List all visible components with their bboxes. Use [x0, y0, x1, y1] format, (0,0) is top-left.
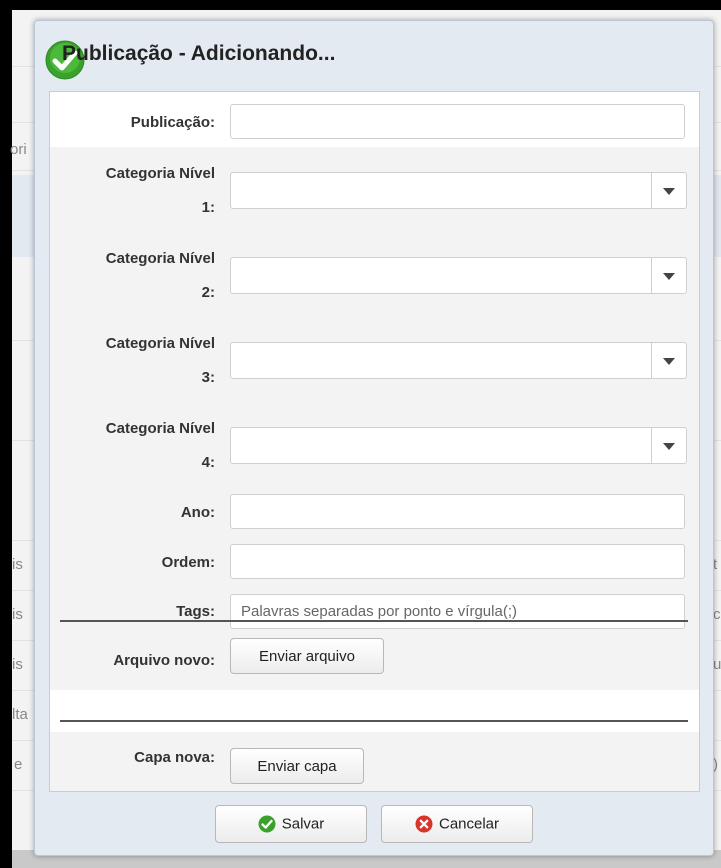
enviar-capa-button[interactable]: Enviar capa — [230, 748, 364, 784]
categoria-3-label: Categoria Nível 3: — [106, 327, 215, 395]
ano-input[interactable] — [230, 494, 685, 529]
row-categoria-2: Categoria Nível 2: — [50, 232, 699, 317]
categoria-2-select[interactable] — [230, 257, 687, 294]
bg-text-fragment: u — [713, 656, 721, 673]
bg-text-fragment: lta — [12, 706, 28, 723]
categoria-3-select[interactable] — [230, 342, 687, 379]
save-button[interactable]: Salvar — [215, 805, 367, 843]
categoria-3-label-line1: Categoria Nível — [105, 335, 215, 352]
tags-label: Tags: — [176, 603, 215, 620]
tags-input[interactable] — [230, 594, 685, 629]
chevron-down-icon[interactable] — [651, 258, 686, 293]
publicacao-label: Publicação: — [130, 114, 215, 131]
row-categoria-3: Categoria Nível 3: — [50, 317, 699, 402]
chevron-down-icon[interactable] — [651, 343, 686, 378]
row-capa: Capa nova: Enviar capa — [50, 732, 699, 791]
capa-label: Capa nova: — [134, 749, 215, 766]
categoria-2-label: Categoria Nível 2: — [106, 242, 215, 310]
categoria-1-label: Categoria Nível 1: — [106, 157, 215, 225]
row-arquivo: Arquivo novo: Enviar arquivo — [50, 635, 699, 690]
row-categoria-4: Categoria Nível 4: — [50, 402, 699, 487]
bg-text-fragment: is — [12, 606, 23, 623]
bg-text-fragment: is — [12, 556, 23, 573]
divider — [60, 620, 688, 622]
categoria-2-label-line2: 2: — [201, 284, 215, 301]
ano-label: Ano: — [180, 504, 215, 521]
bg-text-fragment: is — [12, 656, 23, 673]
dialog-form: Publicação: Categoria Nível 1: Categoria… — [49, 91, 700, 792]
row-ano: Ano: — [50, 487, 699, 537]
ordem-label: Ordem: — [161, 554, 215, 571]
row-categoria-1: Categoria Nível 1: — [50, 147, 699, 232]
row-tags: Tags: — [50, 587, 699, 635]
categoria-1-select[interactable] — [230, 172, 687, 209]
arquivo-label: Arquivo novo: — [113, 652, 215, 669]
categoria-3-label-line2: 3: — [201, 369, 215, 386]
row-ordem: Ordem: — [50, 537, 699, 587]
divider — [60, 720, 688, 722]
bg-text-fragment: e — [14, 756, 23, 773]
ordem-input[interactable] — [230, 544, 685, 579]
categoria-1-label-line1: Categoria Nível — [105, 165, 215, 182]
chevron-down-icon[interactable] — [651, 173, 686, 208]
categoria-4-label: Categoria Nível 4: — [106, 412, 215, 480]
bg-text-fragment: c — [713, 606, 721, 623]
checkmark-circle-icon — [258, 815, 276, 833]
categoria-1-label-line2: 1: — [201, 199, 215, 216]
cancel-button[interactable]: Cancelar — [381, 805, 533, 843]
save-button-label: Salvar — [281, 815, 325, 833]
categoria-4-label-line2: 4: — [201, 454, 215, 471]
cancel-button-label: Cancelar — [438, 815, 500, 833]
categoria-2-label-line1: Categoria Nível — [105, 250, 215, 267]
row-publicacao: Publicação: — [50, 92, 699, 147]
categoria-4-label-line1: Categoria Nível — [105, 420, 215, 437]
publicacao-input[interactable] — [230, 104, 685, 139]
dialog-title: Publicação - Adicionando... — [62, 42, 336, 65]
categoria-4-select[interactable] — [230, 427, 687, 464]
close-circle-icon — [415, 815, 433, 833]
bg-text-fragment: ori — [10, 141, 27, 158]
enviar-arquivo-button[interactable]: Enviar arquivo — [230, 638, 384, 674]
chevron-down-icon[interactable] — [651, 428, 686, 463]
